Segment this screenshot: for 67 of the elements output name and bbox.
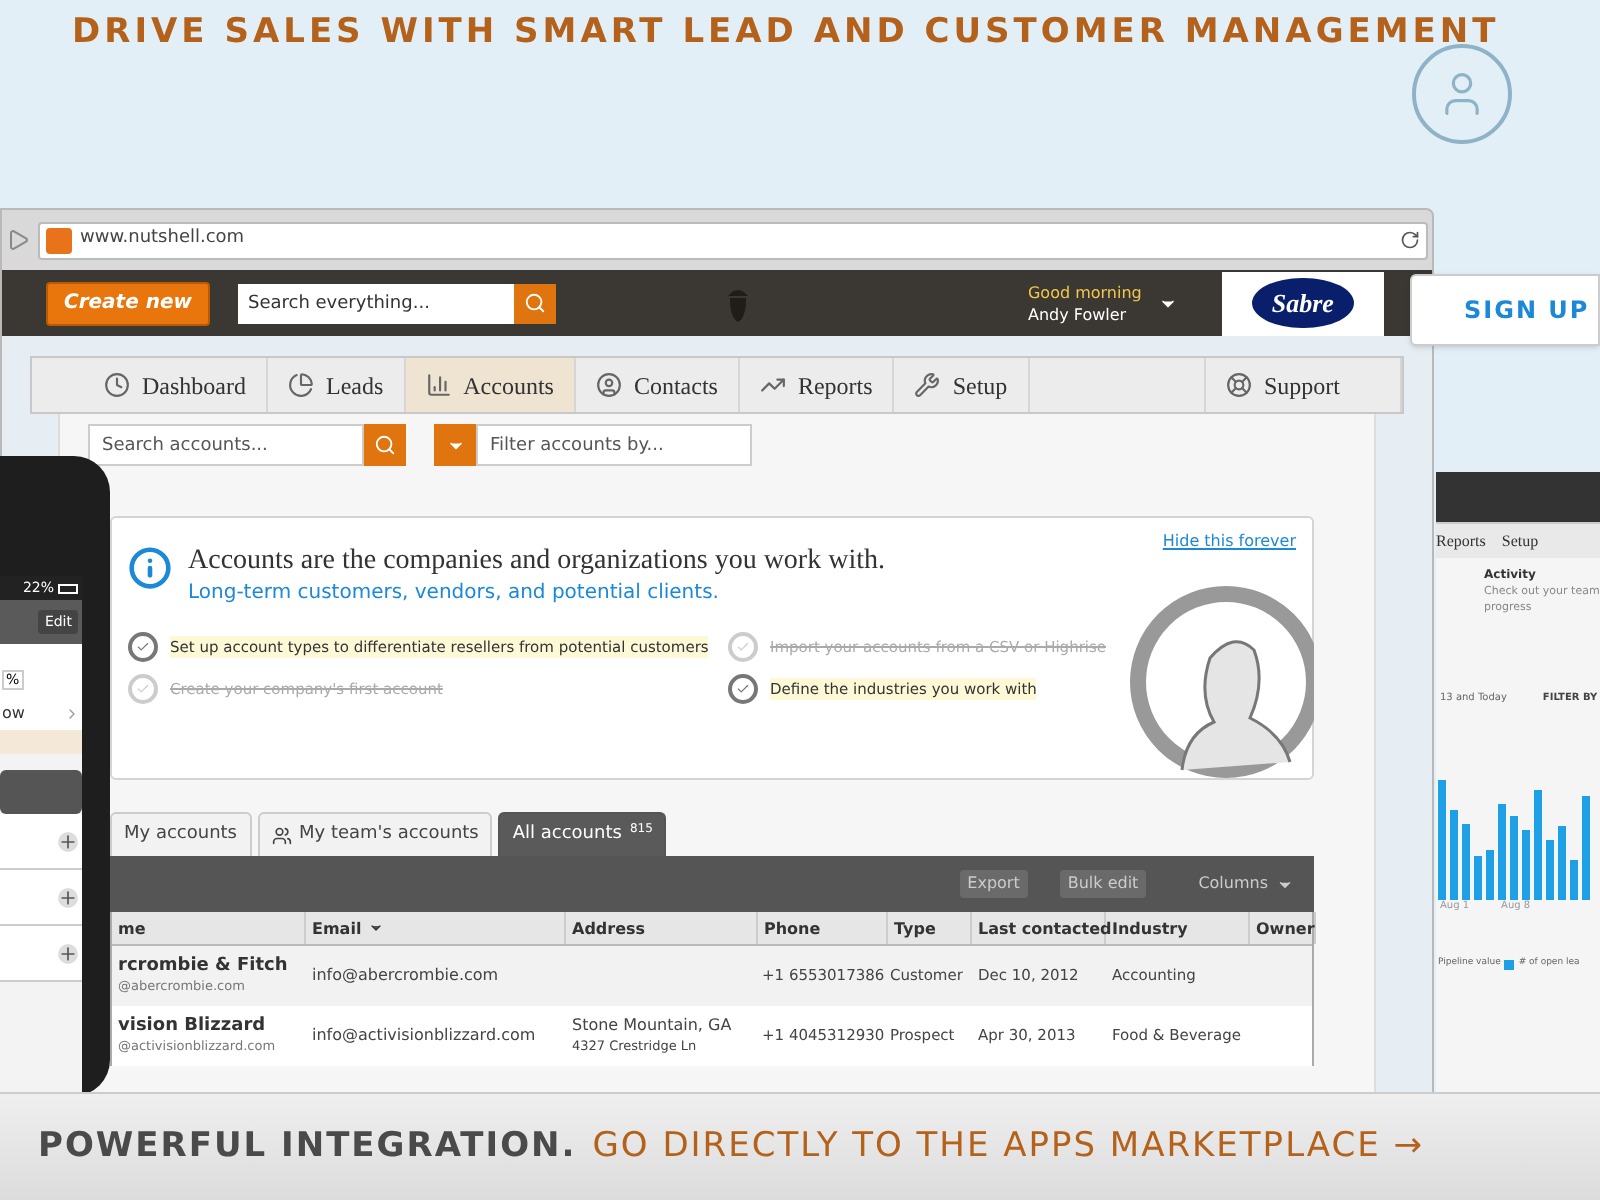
list-row (0, 730, 82, 754)
people-icon (271, 825, 291, 845)
panel-tab[interactable]: Setup (1501, 529, 1539, 553)
column-header[interactable]: Email (306, 912, 566, 944)
nav-icon (287, 372, 314, 398)
info-title: Accounts are the companies and organizations you work with. (188, 546, 885, 578)
nav-tab[interactable]: Setup (894, 358, 1030, 412)
panel-tab[interactable]: Reports (1436, 529, 1486, 553)
section-header-bar (0, 770, 82, 814)
reload-icon[interactable] (1400, 230, 1420, 250)
search-icon (374, 434, 396, 456)
column-header[interactable]: Last contacted (972, 912, 1106, 944)
marketplace-link[interactable]: GO DIRECTLY TO THE APPS MARKETPLACE → (592, 1121, 1425, 1173)
column-header[interactable]: Phone (758, 912, 888, 944)
column-header[interactable]: Owner (1250, 912, 1316, 944)
nav-icon (595, 372, 622, 398)
account-name[interactable]: rcrombie & Fitch (118, 956, 300, 976)
site-favicon (46, 227, 72, 253)
banner-lead-text: POWERFUL INTEGRATION. (38, 1123, 577, 1170)
profile-icon (1412, 44, 1512, 144)
legend-swatch (1504, 959, 1515, 970)
column-header[interactable]: Address (566, 912, 758, 944)
email-cell-text: info@activisionblizzard.com (310, 1024, 538, 1048)
check-icon (128, 632, 158, 662)
check-icon (728, 674, 758, 704)
address-bar[interactable]: www.nutshell.com (38, 221, 1428, 259)
column-header[interactable]: me (112, 912, 306, 944)
filter-field[interactable]: Filter accounts by... (476, 424, 752, 466)
info-icon (128, 546, 172, 590)
address-cell-text: Stone Mountain, GA (572, 1016, 734, 1036)
nav-icon (104, 372, 130, 398)
account-search-field[interactable]: Search accounts... (88, 424, 364, 466)
url-text: www.nutshell.com (80, 226, 245, 253)
row-label: ow (2, 702, 25, 726)
search-button[interactable] (513, 283, 556, 323)
check-icon (728, 632, 758, 662)
account-name[interactable]: vision Blizzard (118, 1016, 300, 1036)
nav-tab[interactable]: Support (1205, 358, 1402, 412)
email-cell-text: info@abercrombie.com (310, 964, 501, 988)
chevron-icon (64, 706, 80, 722)
info-subtitle: Long-term customers, vendors, and potential clients. (188, 580, 721, 608)
user-name[interactable]: Andy Fowler (1027, 303, 1142, 325)
client-logo: Sabre (1221, 271, 1384, 335)
hide-forever-link[interactable]: Hide this forever (1162, 530, 1296, 554)
add-icon[interactable] (58, 943, 78, 963)
nav-tab[interactable]: Contacts (575, 358, 740, 412)
search-field[interactable]: Search everything... (237, 283, 514, 323)
battery-icon (58, 583, 78, 593)
account-tab[interactable]: All accounts $^{815}$ (498, 812, 667, 856)
column-header[interactable]: Type (888, 912, 972, 944)
add-icon[interactable] (58, 887, 78, 907)
add-icon[interactable] (58, 831, 78, 851)
account-tab[interactable]: My accounts (110, 812, 251, 856)
nav-icon (1225, 372, 1252, 398)
nav-tab[interactable]: Reports (739, 358, 895, 412)
nav-tab[interactable]: Dashboard (84, 358, 268, 412)
nav-icon (425, 372, 452, 398)
headline: DRIVE SALES WITH SMART LEAD AND CUSTOMER MANAGEMENT (72, 12, 1500, 52)
check-icon (128, 674, 158, 704)
sign-up-button[interactable]: SIGN UP (1410, 274, 1600, 346)
nav-tab[interactable]: Accounts (405, 358, 576, 412)
nav-icon (914, 372, 941, 398)
columns-button[interactable]: Columns (1198, 872, 1294, 896)
greeting-text: Good morning (1027, 281, 1142, 303)
sort-caret-icon (367, 920, 384, 936)
account-tab[interactable]: My team's accounts (257, 812, 493, 856)
search-icon (523, 292, 546, 314)
